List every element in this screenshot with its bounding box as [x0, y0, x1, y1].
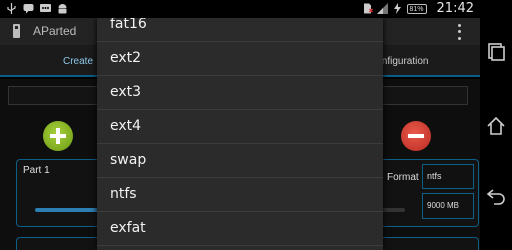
status-bar: 81% 21:42 [0, 0, 480, 18]
sim-card-icon [363, 3, 373, 14]
dropdown-item-exfat[interactable]: exfat [97, 212, 383, 246]
format-select[interactable]: ntfs [422, 164, 474, 189]
dropdown-item-ext4[interactable]: ext4 [97, 110, 383, 144]
charging-icon [393, 3, 401, 14]
add-partition-button[interactable] [43, 121, 73, 151]
remove-partition-button[interactable] [401, 121, 431, 151]
dropdown-item-label: ext2 [110, 50, 142, 66]
android-icon [58, 4, 67, 14]
dropdown-item-ntfs[interactable]: ntfs [97, 178, 383, 212]
message-icon [40, 4, 51, 12]
chat-icon [23, 4, 34, 14]
signal-icon [376, 3, 388, 14]
recent-apps-icon[interactable] [486, 42, 506, 62]
dropdown-item-swap[interactable]: swap [97, 144, 383, 178]
partition-name: Part 1 [23, 165, 50, 176]
dropdown-item-label: ext3 [110, 84, 142, 100]
usb-icon [7, 3, 16, 14]
dropdown-item-label: swap [110, 152, 147, 168]
overflow-menu-button[interactable] [454, 22, 464, 42]
size-field[interactable]: 9000 MB [422, 193, 474, 219]
notification-icons [6, 3, 68, 14]
app-logo-icon [13, 24, 20, 38]
filesystem-dropdown: fat16 ext2 ext3 ext4 swap ntfs exfat [97, 18, 383, 250]
dropdown-item-ext2[interactable]: ext2 [97, 42, 383, 76]
dropdown-item-fat16[interactable]: fat16 [97, 18, 383, 42]
tab-create[interactable]: Create [63, 56, 93, 67]
navigation-bar [480, 0, 512, 250]
dropdown-item-ext3[interactable]: ext3 [97, 76, 383, 110]
app-title: AParted [33, 24, 77, 38]
clock: 21:42 [436, 1, 474, 16]
home-icon[interactable] [486, 116, 506, 136]
dropdown-item-label: ntfs [110, 186, 137, 202]
dropdown-item-label: fat16 [110, 18, 147, 32]
battery-indicator: 81% [406, 3, 427, 14]
back-icon[interactable] [486, 186, 506, 206]
dropdown-item-label: ext4 [110, 118, 142, 134]
dropdown-item-label: exfat [110, 220, 146, 236]
format-label: Format [387, 172, 419, 183]
